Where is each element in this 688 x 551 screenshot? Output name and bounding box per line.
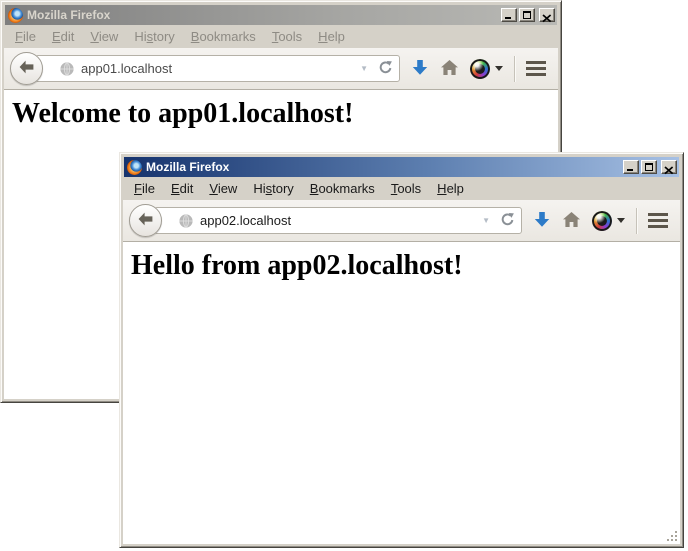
back-button[interactable] xyxy=(10,52,43,85)
menu-edit[interactable]: Edit xyxy=(163,178,201,200)
menu-tools[interactable]: Tools xyxy=(383,178,429,200)
menu-view[interactable]: View xyxy=(82,26,126,48)
close-icon xyxy=(542,11,552,26)
menu-file[interactable]: File xyxy=(7,26,44,48)
back-button[interactable] xyxy=(129,204,162,237)
url-text: app02.localhost xyxy=(200,213,473,228)
menu-bar: File Edit View History Bookmarks Tools H… xyxy=(123,177,680,200)
maximize-icon xyxy=(523,11,531,19)
menu-file[interactable]: File xyxy=(126,178,163,200)
url-text: app01.localhost xyxy=(81,61,351,76)
page-content: Hello from app02.localhost! xyxy=(123,242,680,544)
navigation-toolbar: app02.localhost ▼ xyxy=(123,200,680,242)
reload-icon xyxy=(500,212,515,230)
menu-edit[interactable]: Edit xyxy=(44,26,82,48)
back-arrow-icon xyxy=(18,59,35,78)
window-controls xyxy=(501,8,555,22)
maximize-button[interactable] xyxy=(519,8,535,22)
hamburger-icon xyxy=(526,61,546,76)
maximize-icon xyxy=(645,163,653,171)
chevron-down-icon xyxy=(617,218,625,223)
hamburger-icon xyxy=(648,213,668,228)
addon-button[interactable] xyxy=(592,211,625,231)
addon-orb-icon xyxy=(470,59,490,79)
url-dropdown-icon[interactable]: ▼ xyxy=(357,64,371,73)
download-icon xyxy=(533,211,551,231)
minimize-button[interactable] xyxy=(501,8,517,22)
close-icon xyxy=(664,163,674,178)
menu-view[interactable]: View xyxy=(201,178,245,200)
minimize-icon xyxy=(627,169,633,171)
titlebar[interactable]: Mozilla Firefox xyxy=(124,157,679,177)
globe-icon xyxy=(59,61,75,77)
browser-window-app02: Mozilla Firefox File Edit View History B… xyxy=(119,152,684,548)
url-bar[interactable]: app02.localhost ▼ xyxy=(154,207,522,234)
toolbar-separator xyxy=(514,56,515,82)
close-button[interactable] xyxy=(661,160,677,174)
menu-tools[interactable]: Tools xyxy=(264,26,310,48)
back-arrow-icon xyxy=(137,211,154,230)
navigation-toolbar: app01.localhost ▼ xyxy=(4,48,558,90)
menu-bookmarks[interactable]: Bookmarks xyxy=(183,26,264,48)
menu-bar: File Edit View History Bookmarks Tools H… xyxy=(4,25,558,48)
desktop: Mozilla Firefox File Edit View History B… xyxy=(0,0,688,551)
addon-orb-icon xyxy=(592,211,612,231)
window-title: Mozilla Firefox xyxy=(27,8,497,22)
app-menu-button[interactable] xyxy=(526,61,546,76)
menu-help[interactable]: Help xyxy=(429,178,472,200)
window-controls xyxy=(623,160,677,174)
home-button[interactable] xyxy=(562,211,581,231)
reload-button[interactable] xyxy=(377,60,394,78)
menu-history[interactable]: History xyxy=(126,26,182,48)
home-button[interactable] xyxy=(440,59,459,79)
menu-bookmarks[interactable]: Bookmarks xyxy=(302,178,383,200)
minimize-button[interactable] xyxy=(623,160,639,174)
toolbar-separator xyxy=(636,208,637,234)
url-bar[interactable]: app01.localhost ▼ xyxy=(35,55,400,82)
globe-icon xyxy=(178,213,194,229)
reload-icon xyxy=(378,60,393,78)
download-icon xyxy=(411,59,429,79)
url-dropdown-icon[interactable]: ▼ xyxy=(479,216,493,225)
window-title: Mozilla Firefox xyxy=(146,160,619,174)
app-menu-button[interactable] xyxy=(648,213,668,228)
home-icon xyxy=(562,211,581,231)
menu-history[interactable]: History xyxy=(245,178,301,200)
menu-help[interactable]: Help xyxy=(310,26,353,48)
home-icon xyxy=(440,59,459,79)
download-button[interactable] xyxy=(533,211,551,231)
page-heading: Hello from app02.localhost! xyxy=(131,250,680,282)
download-button[interactable] xyxy=(411,59,429,79)
chevron-down-icon xyxy=(495,66,503,71)
minimize-icon xyxy=(505,17,511,19)
titlebar[interactable]: Mozilla Firefox xyxy=(5,5,557,25)
maximize-button[interactable] xyxy=(641,160,657,174)
close-button[interactable] xyxy=(539,8,555,22)
page-heading: Welcome to app01.localhost! xyxy=(12,98,558,130)
firefox-icon xyxy=(8,8,23,23)
addon-button[interactable] xyxy=(470,59,503,79)
resize-grip-dots xyxy=(666,530,668,532)
reload-button[interactable] xyxy=(499,212,516,230)
resize-grip[interactable] xyxy=(666,530,678,542)
firefox-icon xyxy=(127,160,142,175)
